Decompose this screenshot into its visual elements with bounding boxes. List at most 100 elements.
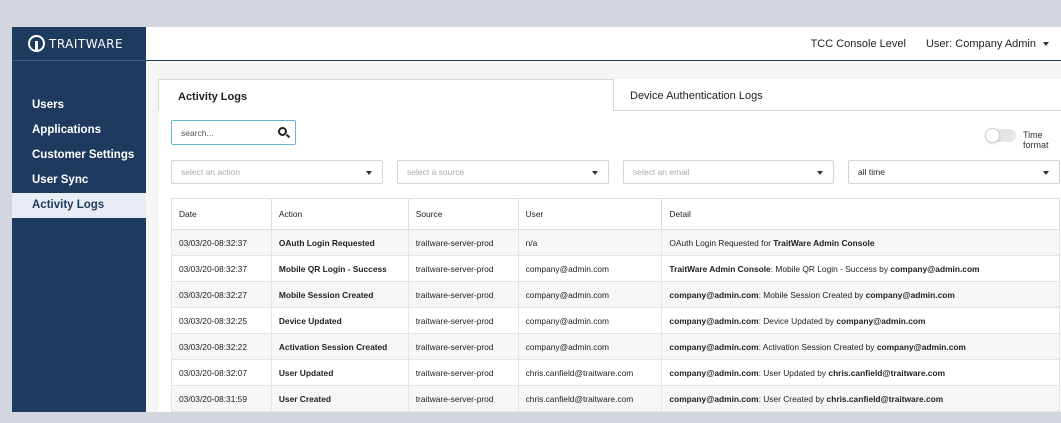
cell-detail: company@admin.com: Activation Session Cr… (661, 333, 1060, 360)
cell-user: company@admin.com (517, 281, 663, 308)
cell-user: company@admin.com (517, 333, 663, 360)
detail-subject: company@admin.com (669, 341, 759, 352)
cell-action: OAuth Login Requested (270, 229, 409, 256)
search-icon[interactable] (278, 127, 287, 136)
action-filter-select[interactable]: select an action (171, 160, 383, 184)
logs-panel: Activity Logs Device Authentication Logs… (158, 79, 1061, 412)
cell-detail: company@admin.com: Device Updated by com… (661, 307, 1060, 334)
email-filter-placeholder: select an email (633, 167, 690, 177)
top-bar: TCC Console Level User: Company Admin (146, 27, 1061, 61)
app-window: TRAITWARE Users Applications Customer Se… (12, 27, 1061, 412)
detail-actor: TraitWare Admin Console (773, 237, 875, 248)
cell-source: traitware-server-prod (407, 359, 519, 386)
column-header-action[interactable]: Action (270, 198, 409, 230)
logo[interactable]: TRAITWARE (12, 27, 146, 61)
cell-date: 03/03/20-08:32:37 (171, 229, 272, 256)
sidebar-item-applications[interactable]: Applications (12, 118, 146, 143)
search-input[interactable]: search... (171, 120, 296, 145)
cell-source: traitware-server-prod (407, 255, 519, 282)
tab-activity-logs[interactable]: Activity Logs (158, 79, 614, 111)
cell-date: 03/03/20-08:31:59 (171, 385, 272, 412)
cell-action: User Created (270, 385, 409, 412)
table-row[interactable]: 03/03/20-08:32:37 Mobile QR Login - Succ… (171, 255, 1060, 282)
source-filter-select[interactable]: select a source (397, 160, 609, 184)
cell-action: Mobile Session Created (270, 281, 409, 308)
cell-user: company@admin.com (517, 255, 663, 282)
cell-source: traitware-server-prod (407, 229, 519, 256)
detail-text: : Mobile QR Login - Success by (770, 263, 891, 274)
action-filter-placeholder: select an action (181, 167, 241, 177)
cell-action: Activation Session Created (270, 333, 409, 360)
time-format-label: Time format (1023, 130, 1049, 150)
email-filter-select[interactable]: select an email (623, 160, 834, 184)
table-row[interactable]: 03/03/20-08:32:07 User Updated traitware… (171, 359, 1060, 386)
user-menu-label: User: Company Admin (925, 37, 1036, 50)
detail-actor: chris.canfield@traitware.com (826, 393, 944, 404)
cell-user: chris.canfield@traitware.com (517, 385, 663, 412)
detail-text: : User Created by (758, 393, 827, 404)
time-format-toggle[interactable] (985, 128, 1016, 143)
cell-detail: company@admin.com: Mobile Session Create… (661, 281, 1060, 308)
table-row[interactable]: 03/03/20-08:32:22 Activation Session Cre… (171, 333, 1060, 360)
sidebar-item-customer-settings[interactable]: Customer Settings (12, 143, 146, 168)
cell-detail: TraitWare Admin Console: Mobile QR Login… (661, 255, 1060, 282)
cell-source: traitware-server-prod (407, 385, 519, 412)
detail-subject: company@admin.com (669, 367, 759, 378)
time-range-select[interactable]: all time (848, 160, 1060, 184)
cell-detail: OAuth Login Requested for TraitWare Admi… (661, 229, 1060, 256)
detail-actor: company@admin.com (836, 315, 926, 326)
source-filter-placeholder: select a source (407, 167, 465, 177)
cell-source: traitware-server-prod (407, 333, 519, 360)
cell-date: 03/03/20-08:32:25 (171, 307, 272, 334)
cell-detail: company@admin.com: User Created by chris… (661, 385, 1060, 412)
column-header-date[interactable]: Date (171, 198, 272, 230)
chevron-down-icon (1043, 171, 1049, 175)
activity-log-table: Date Action Source User Detail 03/03/20-… (171, 198, 1060, 412)
sidebar-nav: Users Applications Customer Settings Use… (12, 93, 146, 218)
detail-text: : Activation Session Created by (758, 341, 877, 352)
table-row[interactable]: 03/03/20-08:31:59 User Created traitware… (171, 385, 1060, 412)
main-content: Activity Logs Device Authentication Logs… (146, 61, 1061, 412)
sidebar-item-users[interactable]: Users (12, 93, 146, 118)
table-row[interactable]: 03/03/20-08:32:25 Device Updated traitwa… (171, 307, 1060, 334)
cell-action: Mobile QR Login - Success (270, 255, 409, 282)
detail-subject: TraitWare Admin Console (669, 263, 771, 274)
sidebar: TRAITWARE Users Applications Customer Se… (12, 27, 146, 412)
detail-text: : Device Updated by (758, 315, 837, 326)
cell-action: Device Updated (270, 307, 409, 334)
table-row[interactable]: 03/03/20-08:32:37 OAuth Login Requested … (171, 229, 1060, 256)
cell-user: n/a (517, 229, 663, 256)
cell-date: 03/03/20-08:32:22 (171, 333, 272, 360)
sidebar-item-user-sync[interactable]: User Sync (12, 168, 146, 193)
user-menu[interactable]: User: Company Admin (926, 38, 1049, 50)
toggle-knob (985, 128, 1000, 143)
cell-user: company@admin.com (517, 307, 663, 334)
column-header-source[interactable]: Source (407, 198, 519, 230)
cell-detail: company@admin.com: User Updated by chris… (661, 359, 1060, 386)
tab-bar: Activity Logs Device Authentication Logs (158, 79, 1061, 111)
search-placeholder: search... (181, 128, 214, 138)
detail-subject: company@admin.com (669, 393, 759, 404)
detail-subject: company@admin.com (669, 315, 759, 326)
time-range-value: all time (858, 167, 885, 177)
cell-user: chris.canfield@traitware.com (517, 359, 663, 386)
detail-text: OAuth Login Requested for (669, 237, 774, 248)
column-header-user[interactable]: User (517, 198, 663, 230)
cell-action: User Updated (270, 359, 409, 386)
chevron-down-icon (592, 171, 598, 175)
traitware-logo-icon (28, 35, 45, 52)
detail-actor: company@admin.com (865, 289, 955, 300)
chevron-down-icon (366, 171, 372, 175)
cell-date: 03/03/20-08:32:07 (171, 359, 272, 386)
table-row[interactable]: 03/03/20-08:32:27 Mobile Session Created… (171, 281, 1060, 308)
detail-actor: chris.canfield@traitware.com (828, 367, 946, 378)
detail-actor: company@admin.com (876, 341, 966, 352)
console-level-label: TCC Console Level (810, 37, 906, 50)
column-header-detail[interactable]: Detail (661, 198, 1060, 230)
sidebar-item-activity-logs[interactable]: Activity Logs (12, 193, 146, 218)
tab-device-authentication-logs[interactable]: Device Authentication Logs (614, 79, 1061, 111)
cell-date: 03/03/20-08:32:27 (171, 281, 272, 308)
cell-source: traitware-server-prod (407, 307, 519, 334)
brand-name: TRAITWARE (49, 36, 124, 51)
cell-source: traitware-server-prod (407, 281, 519, 308)
